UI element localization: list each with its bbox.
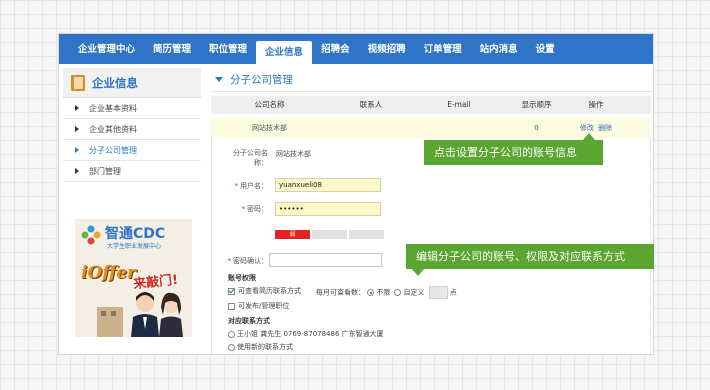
callout-account-info: 点击设置分子公司的账号信息	[424, 133, 603, 165]
password-input[interactable]	[275, 202, 381, 216]
people-illustration-icon	[97, 292, 183, 337]
confirm-password-label: * 密码确认：	[227, 257, 269, 265]
sidebar-item-basic-info[interactable]: 企业基本资料	[63, 98, 201, 119]
column-header-email: E-mail	[447, 100, 471, 109]
row-email	[414, 118, 504, 138]
contact-option-new[interactable]: 使用新的联系方式	[228, 342, 293, 352]
radio-new-contact[interactable]	[228, 343, 235, 351]
row-order: 0	[534, 124, 539, 132]
checkbox-checked-icon[interactable]	[228, 287, 235, 295]
caret-down-icon	[215, 77, 223, 82]
sidebar-item-other-info[interactable]: 企业其他资料	[63, 119, 201, 140]
main-content: 分子公司管理 公司名称 联系人 E-mail 显示顺序 操作 网站技术部 0 修…	[211, 68, 651, 354]
triangle-right-icon	[75, 105, 79, 111]
column-header-contact: 联系人	[359, 100, 383, 109]
column-header-actions: 操作	[588, 100, 604, 109]
nav-item-company-info[interactable]: 企业信息	[256, 41, 313, 64]
nav-item-orders[interactable]: 订单管理	[415, 34, 471, 64]
triangle-right-icon	[75, 168, 79, 174]
radio-unlimited[interactable]	[367, 289, 375, 296]
row-company-name: 网站技术部	[252, 124, 287, 132]
sidebar: 企业信息 企业基本资料 企业其他资料 分子公司管理 部门管理 智通CDC 大学生…	[63, 68, 201, 354]
sidebar-item-departments[interactable]: 部门管理	[63, 161, 201, 182]
radio-custom[interactable]	[394, 289, 402, 296]
triangle-right-icon	[75, 147, 79, 153]
permissions-section-title: 账号权限	[228, 274, 256, 282]
callout-permissions: 编辑分子公司的账号、权限及对应联系方式	[406, 244, 654, 276]
flower-logo-icon	[81, 225, 101, 245]
checkbox-unchecked-icon[interactable]	[228, 302, 235, 310]
strength-weak: 弱	[275, 230, 310, 239]
app-window: 企业管理中心 简历管理 职位管理 企业信息 招聘会 视频招聘 订单管理 站内消息…	[58, 33, 654, 355]
section-header: 分子公司管理	[211, 68, 651, 92]
sidebar-item-label: 部门管理	[89, 166, 121, 176]
custom-count-input[interactable]	[428, 286, 448, 299]
sidebar-item-label: 分子公司管理	[89, 145, 137, 155]
book-icon	[71, 74, 85, 91]
contact-section-title: 对应联系方式	[228, 317, 270, 325]
nav-item-jobs[interactable]: 职位管理	[200, 34, 256, 64]
ad-banner[interactable]: 智通CDC 大学生职业发展中心 iOffer 来敲门!	[75, 219, 192, 337]
delete-link[interactable]: 删除	[598, 124, 612, 132]
permission-publish-jobs[interactable]: 可发布/管理职位	[228, 301, 289, 311]
radio-existing-contact[interactable]	[228, 330, 235, 338]
sidebar-title: 企业信息	[92, 75, 138, 90]
strength-medium	[312, 230, 347, 239]
row-actions: 修改 删除	[569, 118, 623, 138]
ad-logo-text: 智通CDC	[105, 226, 166, 242]
password-strength-meter: 弱	[275, 230, 384, 239]
page-title: 分子公司管理	[230, 74, 293, 86]
column-header-order: 显示顺序	[521, 100, 552, 109]
strength-strong	[349, 230, 384, 239]
callout-pointer	[583, 133, 595, 140]
password-label: * 密码：	[241, 205, 269, 213]
edit-link[interactable]: 修改	[580, 124, 594, 132]
table-header: 公司名称 联系人 E-mail 显示顺序 操作	[211, 96, 651, 114]
company-name-value: 网站技术部	[276, 150, 311, 158]
callout-pointer	[412, 269, 424, 276]
sidebar-item-label: 企业基本资料	[89, 103, 137, 113]
nav-item-job-fair[interactable]: 招聘会	[312, 34, 359, 64]
permission-view-resume[interactable]: 可查看简历联系方式	[228, 286, 301, 296]
nav-item-settings[interactable]: 设置	[527, 34, 564, 64]
ad-logo-subtitle: 大学生职业发展中心	[107, 243, 162, 250]
username-input[interactable]	[275, 178, 381, 192]
triangle-right-icon	[75, 126, 79, 132]
confirm-password-input[interactable]	[269, 253, 382, 267]
sidebar-item-subsidiaries[interactable]: 分子公司管理	[63, 140, 201, 161]
nav-item-video-recruit[interactable]: 视频招聘	[359, 34, 415, 64]
sidebar-item-label: 企业其他资料	[89, 124, 137, 134]
nav-item-management-center[interactable]: 企业管理中心	[69, 34, 144, 64]
monthly-view-limit: 每月可查看数： 不限 自定义 点	[316, 286, 457, 299]
nav-item-resumes[interactable]: 简历管理	[144, 34, 200, 64]
sidebar-header: 企业信息	[63, 68, 201, 98]
company-name-label: 分子公司名称：	[233, 149, 268, 167]
username-label: * 用户名：	[234, 182, 269, 190]
row-contact	[328, 118, 414, 138]
column-header-company: 公司名称	[254, 100, 285, 109]
nav-item-messages[interactable]: 站内消息	[471, 34, 527, 64]
contact-option-existing[interactable]: 王小姐 龚先生 0769-87078486 广东智通大厦	[228, 329, 384, 339]
top-nav: 企业管理中心 简历管理 职位管理 企业信息 招聘会 视频招聘 订单管理 站内消息…	[59, 34, 653, 64]
ad-offer-text: iOffer	[81, 263, 137, 283]
